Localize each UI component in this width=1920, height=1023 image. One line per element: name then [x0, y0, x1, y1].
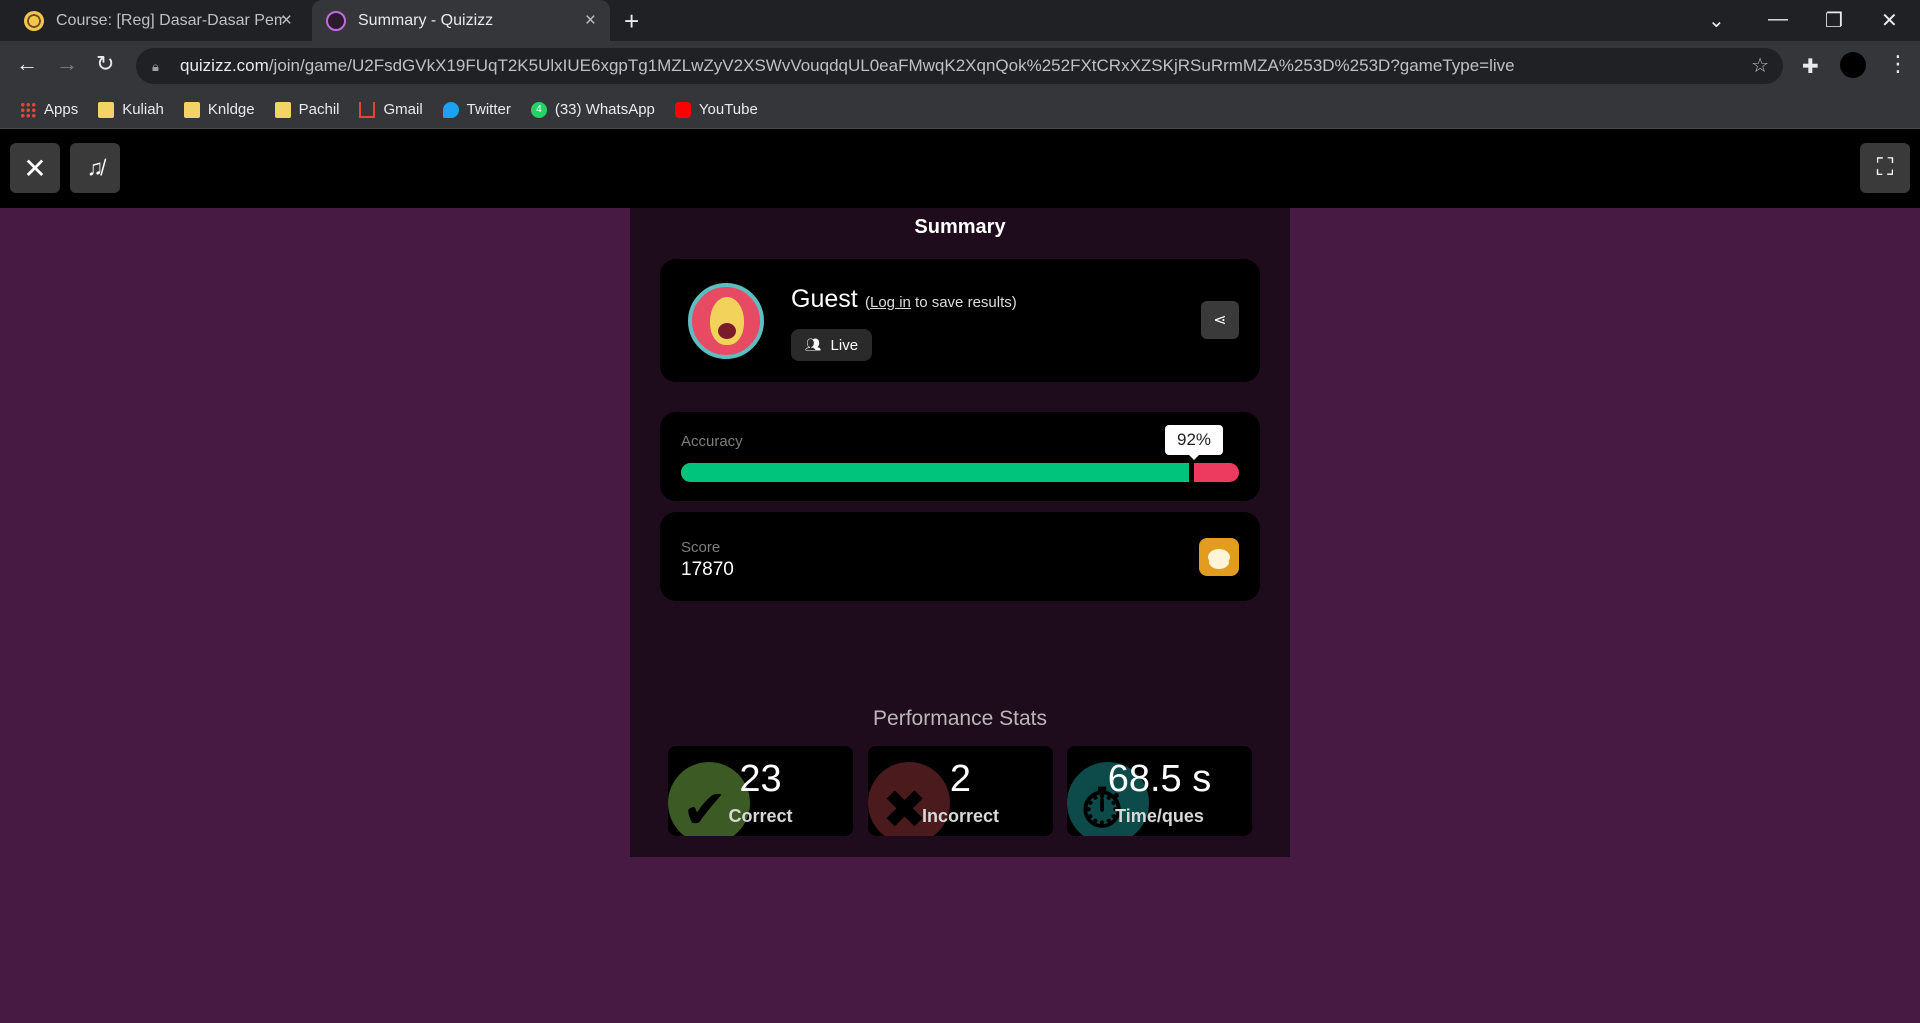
fullscreen-icon: ⛶: [1876, 154, 1894, 181]
fullscreen-button[interactable]: ⛶: [1860, 143, 1910, 193]
bookmark-youtube[interactable]: YouTube: [674, 101, 758, 118]
url-text: quizizz.com/join/game/U2FsdGVkX19FUqT2K5…: [180, 56, 1515, 75]
stat-incorrect: ✖ 2 Incorrect: [868, 746, 1053, 836]
score-value: 17870: [681, 559, 734, 580]
avatar: [688, 283, 764, 359]
minimize-icon[interactable]: —: [1768, 8, 1788, 31]
time-per-question: 68.5 s: [1107, 758, 1212, 800]
share-button[interactable]: ⋖: [1201, 301, 1239, 339]
incorrect-count: 2: [949, 758, 972, 800]
address-toolbar: ← → ↻ 🔒︎ quizizz.com/join/game/U2FsdGVkX…: [0, 41, 1920, 91]
coins-icon: [1199, 538, 1239, 576]
bookmarks-bar: Apps Kuliah Knldge Pachil Gmail Twitter …: [0, 91, 1920, 129]
time-label: Time/ques: [1115, 806, 1204, 826]
tab-title: Summary - Quizizz: [358, 11, 494, 29]
accuracy-label: Accuracy: [681, 433, 743, 450]
incorrect-label: Incorrect: [921, 806, 1000, 826]
game-mode-badge: 👥︎ Live: [791, 329, 873, 361]
close-tab-icon[interactable]: ×: [281, 10, 292, 32]
page-title: Summary: [914, 216, 1006, 238]
new-tab-button[interactable]: +: [624, 6, 639, 37]
game-top-bar: ✕ ♫̸ ⛶: [0, 129, 1920, 208]
tab-search-chevron-icon[interactable]: ⌄: [1708, 8, 1725, 33]
close-tab-icon[interactable]: ×: [585, 10, 596, 32]
moodle-favicon-icon: [24, 10, 44, 31]
accuracy-percent-tooltip: 92%: [1165, 425, 1223, 460]
profile-avatar[interactable]: [1840, 52, 1866, 78]
summary-panel: Summary Guest (Log in to save results) 👥…: [630, 208, 1290, 857]
tab-title: Course: [Reg] Dasar-Dasar Pemrog: [56, 11, 284, 29]
bookmark-apps[interactable]: Apps: [20, 101, 78, 118]
bookmark-gmail[interactable]: Gmail: [359, 101, 423, 118]
player-card: Guest (Log in to save results) 👥︎ Live ⋖: [660, 259, 1260, 382]
accuracy-bar: [681, 463, 1239, 482]
player-name: Guest: [791, 285, 858, 313]
url-bar[interactable]: 🔒︎ quizizz.com/join/game/U2FsdGVkX19FUqT…: [136, 48, 1783, 84]
correct-count: 23: [739, 758, 782, 800]
quizizz-favicon-icon: [326, 10, 346, 31]
score-card: Score 17870: [660, 512, 1260, 601]
bookmark-twitter[interactable]: Twitter: [442, 101, 511, 118]
share-icon: ⋖: [1213, 312, 1227, 329]
save-results-note: (Log in to save results): [865, 294, 1017, 311]
gmail-icon: [359, 101, 376, 118]
folder-icon: [183, 101, 200, 118]
accuracy-bar-fill: [681, 463, 1194, 482]
login-link[interactable]: Log in: [870, 294, 911, 311]
correct-label: Correct: [728, 806, 793, 826]
browser-tab-strip: Course: [Reg] Dasar-Dasar Pemrog × Summa…: [0, 0, 1920, 41]
mute-music-button[interactable]: ♫̸: [70, 143, 120, 193]
accuracy-card: Accuracy 92%: [660, 412, 1260, 501]
close-window-icon[interactable]: ✕: [1881, 8, 1898, 33]
group-icon: 👥︎: [805, 337, 822, 352]
stat-correct: ✔ 23 Correct: [668, 746, 853, 836]
tab-course[interactable]: Course: [Reg] Dasar-Dasar Pemrog ×: [0, 0, 306, 41]
lock-icon: 🔒︎: [152, 59, 159, 74]
exit-game-button[interactable]: ✕: [10, 143, 60, 193]
forward-arrow-icon[interactable]: →: [56, 51, 78, 77]
extensions-puzzle-icon[interactable]: ✚: [1802, 54, 1819, 79]
bookmark-knldge[interactable]: Knldge: [183, 101, 255, 118]
browser-menu-icon[interactable]: ⋮: [1887, 51, 1909, 77]
restore-icon[interactable]: ❐: [1825, 8, 1843, 33]
bookmark-pachil[interactable]: Pachil: [274, 101, 339, 118]
performance-stats-title: Performance Stats: [873, 707, 1047, 730]
close-icon: ✕: [23, 152, 47, 184]
apps-grid-icon: [20, 101, 36, 118]
bookmark-kuliah[interactable]: Kuliah: [98, 101, 164, 118]
music-off-icon: ♫̸: [86, 155, 104, 180]
reload-icon[interactable]: ↻: [96, 51, 114, 77]
twitter-bird-icon: [442, 101, 459, 118]
whatsapp-icon: 4: [530, 101, 547, 118]
bookmark-whatsapp[interactable]: 4 (33) WhatsApp: [530, 101, 655, 118]
folder-icon: [98, 101, 115, 118]
youtube-icon: [674, 101, 691, 118]
tab-quizizz-summary[interactable]: Summary - Quizizz ×: [312, 0, 610, 41]
back-arrow-icon[interactable]: ←: [16, 51, 38, 77]
bookmark-star-icon[interactable]: ☆: [1751, 53, 1769, 78]
avatar-mouth: [718, 323, 736, 339]
folder-icon: [274, 101, 291, 118]
score-label: Score: [681, 539, 721, 556]
stat-time: ⏱ 68.5 s Time/ques: [1067, 746, 1252, 836]
